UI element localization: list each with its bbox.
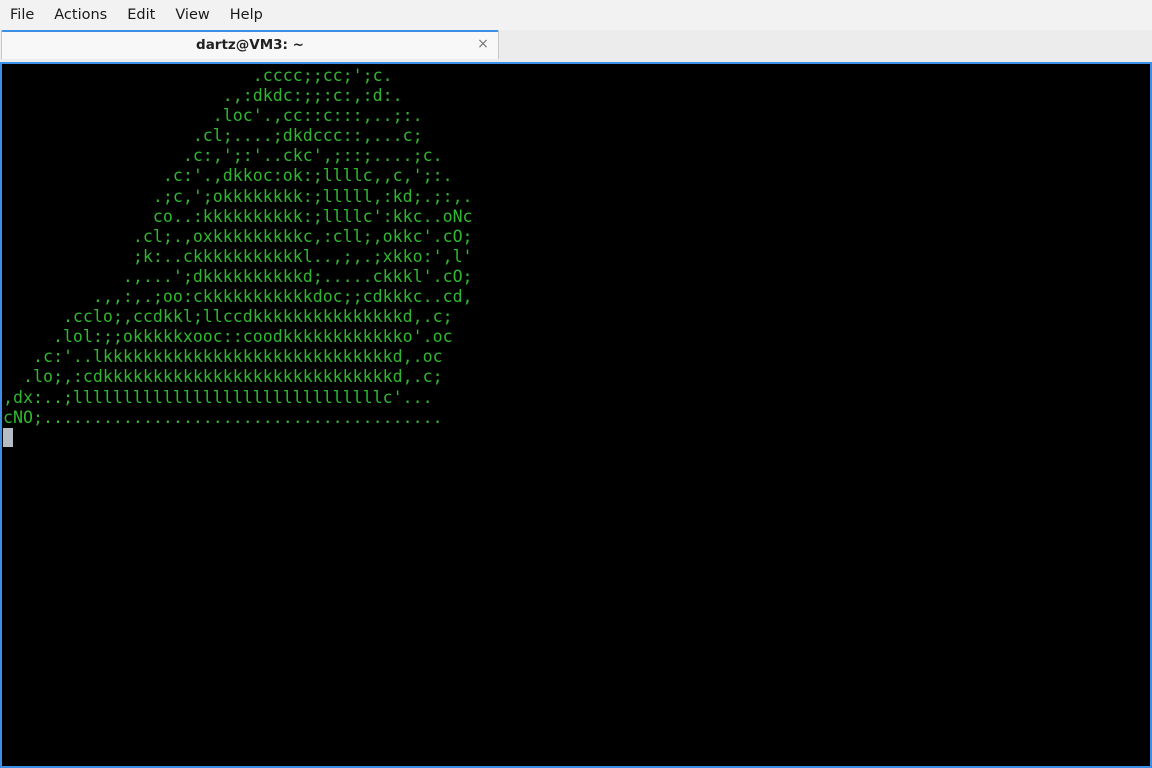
terminal-cursor: [3, 427, 13, 447]
terminal-line: co..:kkkkkkkkkk:;llllc':kkc..oNc: [3, 206, 473, 226]
terminal-line: .c:'.,dkkoc:ok:;llllc,,c,';:.: [3, 166, 453, 186]
menu-file[interactable]: File: [0, 0, 44, 30]
tab-strip: dartz@VM3: ~ ×: [0, 30, 1152, 62]
terminal-line: ;k:..ckkkkkkkkkkkl..,;,.;xkko:',l': [3, 246, 473, 266]
terminal-line: .,...';dkkkkkkkkkkd;.....ckkkl'.cO;: [3, 266, 473, 286]
terminal-line: .cclo;,ccdkkl;llccdkkkkkkkkkkkkkkkd,.c;: [3, 307, 453, 327]
terminal-line: .cl;.,oxkkkkkkkkkc,:cll;,okkc'.cO;: [3, 226, 473, 246]
terminal-line: cNO;....................................…: [3, 407, 443, 427]
terminal-line: .loc'.,cc::c:::,..;:.: [3, 106, 423, 126]
menu-view[interactable]: View: [165, 0, 219, 30]
tab-title: dartz@VM3: ~: [196, 37, 304, 53]
terminal-line: .,,:,.;oo:ckkkkkkkkkkkdoc;;cdkkkc..cd,: [3, 287, 473, 307]
terminal-line: .c:,';:'..ckc',;::;....;c.: [3, 146, 443, 166]
terminal-line: .cccc;;cc;';c.: [3, 66, 393, 85]
terminal-line: .cl;....;dkdccc::,...c;: [3, 126, 423, 146]
terminal-line: ,dx:..;lllllllllllllllllllllllllllllllc'…: [3, 387, 433, 407]
menu-bar: File Actions Edit View Help: [0, 0, 1152, 30]
terminal-line: .,:dkdc:;;:c:,:d:.: [3, 86, 403, 106]
menu-edit[interactable]: Edit: [117, 0, 165, 30]
menu-help[interactable]: Help: [220, 0, 273, 30]
terminal-line: .;c,';okkkkkkkk:;lllll,:kd;.;:,.: [3, 186, 473, 206]
terminal-line: .lo;,:cdkkkkkkkkkkkkkkkkkkkkkkkkkkkkkd,.…: [3, 367, 443, 387]
terminal-line: .lol:;;okkkkkxooc::coodkkkkkkkkkkkko'.oc: [3, 327, 453, 347]
terminal-output: .cccc;;cc;';c. .,:dkdc:;;:c:,:d:. .loc'.…: [3, 66, 473, 428]
terminal-view[interactable]: .cccc;;cc;';c. .,:dkdc:;;:c:,:d:. .loc'.…: [0, 62, 1152, 768]
terminal-line: .c:'..lkkkkkkkkkkkkkkkkkkkkkkkkkkkkkd,.o…: [3, 347, 443, 367]
close-icon[interactable]: ×: [477, 37, 489, 51]
tab-terminal[interactable]: dartz@VM3: ~ ×: [1, 30, 499, 59]
menu-actions[interactable]: Actions: [44, 0, 117, 30]
